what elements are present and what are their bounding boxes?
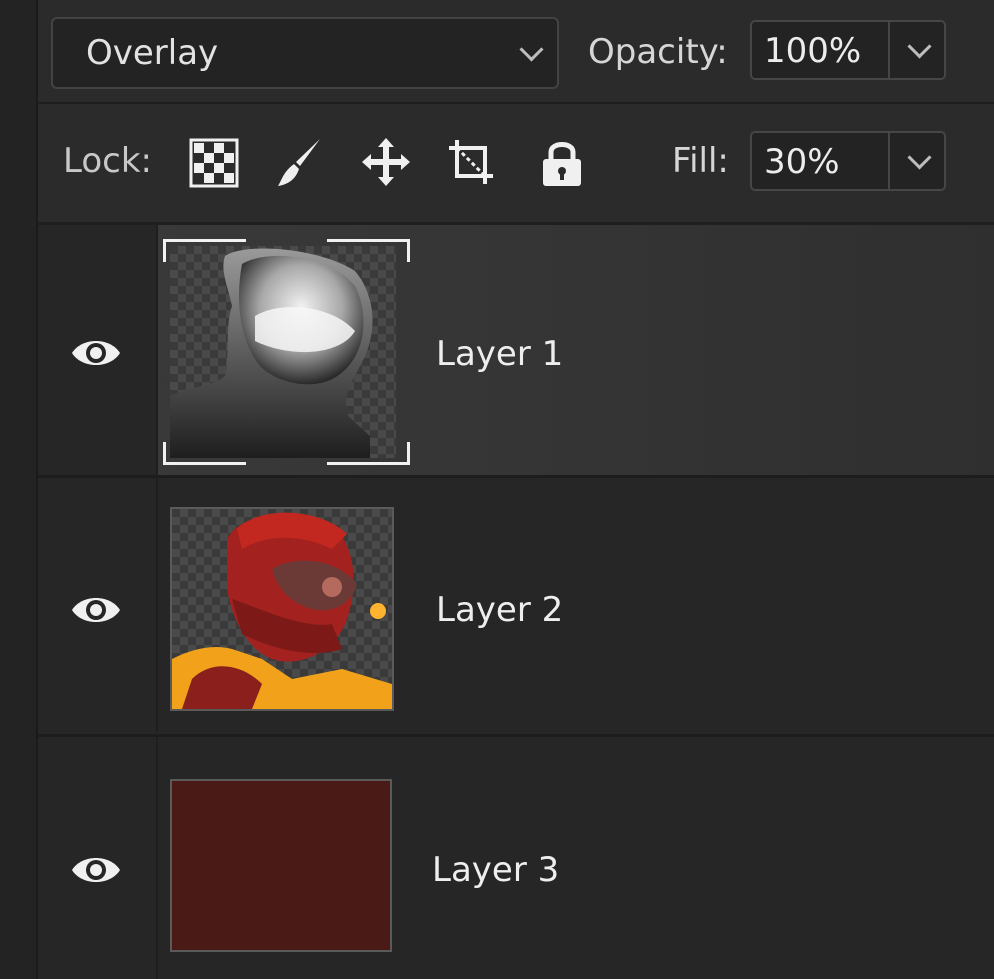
blend-mode-dropdown[interactable]: Overlay bbox=[51, 17, 559, 89]
chevron-down-icon bbox=[519, 37, 544, 62]
fill-value[interactable]: 30% bbox=[764, 142, 840, 182]
layer-name[interactable]: Layer 3 bbox=[432, 850, 559, 890]
layers-panel: Overlay Opacity: 100% Lock: Fill: 30% La… bbox=[0, 0, 994, 979]
opacity-label: Opacity: bbox=[588, 32, 728, 72]
lock-transparent-pixels-icon[interactable] bbox=[188, 137, 240, 189]
lock-all-icon[interactable] bbox=[536, 136, 588, 188]
layer-name[interactable]: Layer 1 bbox=[436, 334, 563, 374]
lock-position-icon[interactable] bbox=[360, 136, 412, 188]
left-panel-edge bbox=[0, 0, 38, 979]
fill-label: Fill: bbox=[672, 141, 729, 181]
lock-label: Lock: bbox=[63, 141, 152, 181]
eye-icon[interactable] bbox=[70, 592, 122, 628]
opacity-value[interactable]: 100% bbox=[764, 31, 861, 71]
layer-2-thumbnail[interactable] bbox=[170, 507, 394, 711]
layer-name[interactable]: Layer 2 bbox=[436, 590, 563, 630]
layer-3-thumbnail[interactable] bbox=[170, 779, 392, 952]
lock-artboard-icon[interactable] bbox=[445, 136, 497, 188]
blend-mode-value: Overlay bbox=[86, 33, 219, 73]
opacity-field[interactable]: 100% bbox=[750, 20, 946, 80]
eye-icon[interactable] bbox=[70, 335, 122, 371]
fill-field[interactable]: 30% bbox=[750, 131, 946, 191]
layer-1-thumbnail[interactable] bbox=[170, 246, 396, 458]
lock-image-pixels-icon[interactable] bbox=[274, 136, 326, 188]
fill-chevron-down-icon[interactable] bbox=[907, 145, 932, 170]
opacity-chevron-down-icon[interactable] bbox=[907, 34, 932, 59]
eye-icon[interactable] bbox=[70, 852, 122, 888]
